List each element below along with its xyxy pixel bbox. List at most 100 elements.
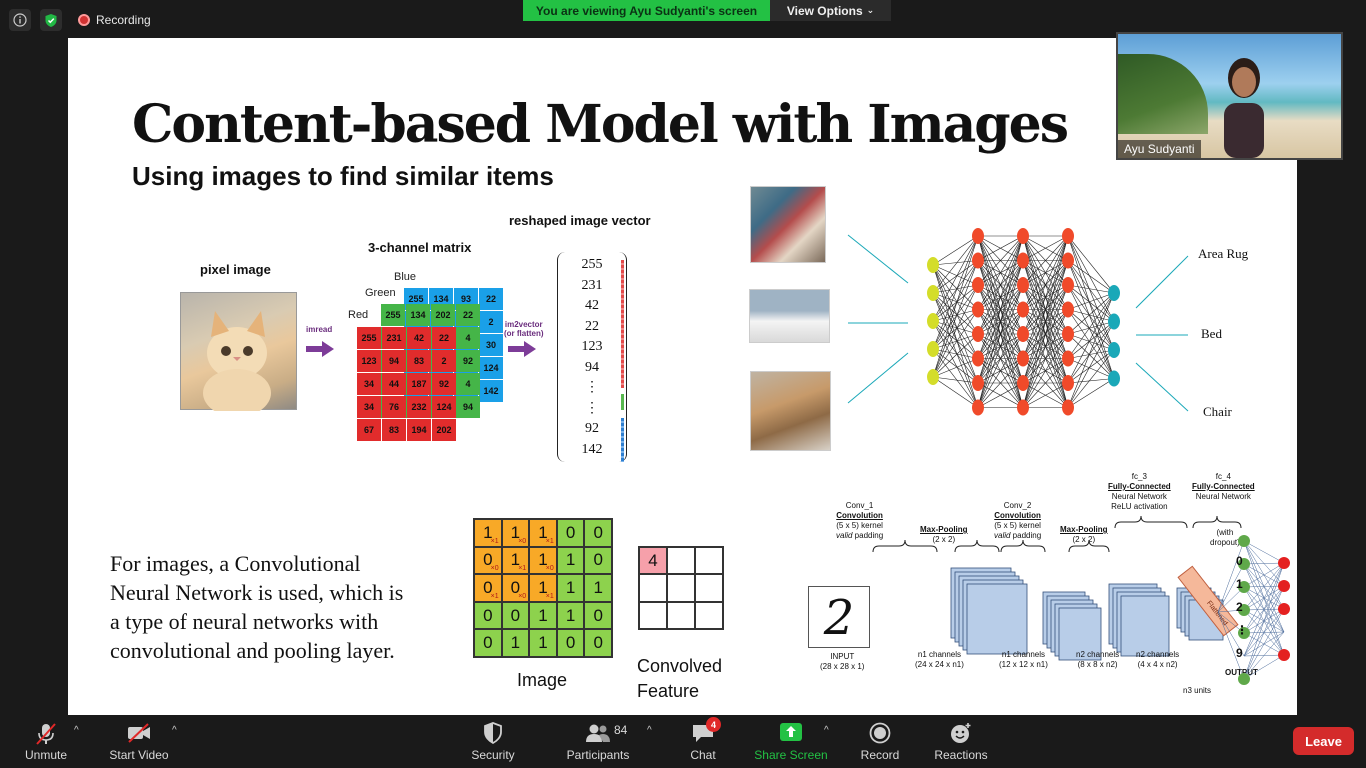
convolved-caption-line2: Feature xyxy=(637,681,700,701)
conv-input-value: 0 xyxy=(593,522,603,542)
nn-node xyxy=(927,341,939,357)
matrix-cell: 22 xyxy=(479,288,503,310)
n2-label: n2 channels xyxy=(1076,650,1120,659)
conv-input-value: 1 xyxy=(565,577,576,597)
nn-connection xyxy=(1067,349,1115,408)
output-digit: ⋮ xyxy=(1236,623,1248,637)
reactions-button[interactable]: Reactions xyxy=(930,715,992,768)
kernel-weight: ×1 xyxy=(490,537,499,545)
matrix-cell: 22 xyxy=(456,304,480,326)
conv-output-cell xyxy=(639,601,667,629)
fc-connection xyxy=(1243,562,1285,680)
nn-output-arrow xyxy=(1135,362,1189,412)
fc4-type: Fully-Connected xyxy=(1192,482,1255,491)
nn-node xyxy=(1017,326,1029,342)
fully-connected-layers-diagram xyxy=(1217,535,1290,685)
participants-label: Participants xyxy=(566,748,630,762)
vector-value: 22 xyxy=(585,318,599,334)
fc3-activation: ReLU activation xyxy=(1111,502,1168,511)
matrix-cell: 83 xyxy=(382,419,406,441)
conv1-kernel: (5 x 5) kernel xyxy=(836,521,883,530)
conv1-padding-italic: valid xyxy=(836,531,853,540)
fc4-name: fc_4 xyxy=(1215,472,1231,481)
conv-input-value: 1 xyxy=(538,605,548,625)
conv-output-cell xyxy=(667,601,695,629)
conv-output-cell xyxy=(639,574,667,602)
camera-off-icon xyxy=(128,723,150,743)
share-screen-button[interactable]: Share Screen xyxy=(752,715,830,768)
bed-photo xyxy=(749,289,830,343)
fc4-net: Neural Network xyxy=(1195,492,1251,501)
arrow-right-icon xyxy=(508,341,536,357)
nn-node xyxy=(1062,228,1074,244)
chevron-up-icon[interactable]: ^ xyxy=(74,725,79,736)
blue-channel-label: Blue xyxy=(394,271,417,283)
nn-node xyxy=(927,369,939,385)
matrix-cell: 255 xyxy=(357,327,381,349)
matrix-cell: 2 xyxy=(479,311,503,333)
n1b-dims: (12 x 12 x n1) xyxy=(999,660,1048,669)
conv-input-cell: 0 xyxy=(584,601,612,630)
conv-input-value: 1 xyxy=(510,633,521,653)
fc3-net: Neural Network xyxy=(1111,492,1167,501)
conv-output-cell: 4 xyxy=(639,547,667,575)
security-button[interactable]: Security xyxy=(462,715,524,768)
recording-indicator[interactable]: Recording xyxy=(72,9,159,31)
unmute-button[interactable]: Unmute xyxy=(14,715,78,768)
chevron-up-icon[interactable]: ^ xyxy=(647,725,652,736)
nn-node xyxy=(1017,350,1029,367)
arrow-right-icon xyxy=(306,341,334,357)
nn-connection xyxy=(1067,235,1115,294)
matrix-cell: 123 xyxy=(357,350,381,372)
nn-node xyxy=(1017,252,1029,269)
conv1-type: Convolution xyxy=(836,511,883,520)
matrix-cell: 30 xyxy=(479,334,503,356)
matrix-cell: 94 xyxy=(382,350,406,372)
red-channel-matrix: 255 231 42 22 123 94 83 2 34 44 187 92 34 76 232 124 67 8… xyxy=(357,327,456,441)
speaker-video-thumbnail[interactable]: Ayu Sudyanti xyxy=(1116,32,1343,160)
start-video-label: Start Video xyxy=(109,748,169,762)
reactions-label: Reactions xyxy=(934,748,988,762)
input-digit-image: 2 xyxy=(808,586,870,648)
start-video-button[interactable]: Start Video xyxy=(104,715,174,768)
matrix-cell: 255 xyxy=(381,304,405,326)
encryption-shield-icon[interactable] xyxy=(40,9,62,31)
blue-vector-bar xyxy=(621,418,624,462)
n2-dims: (8 x 8 x n2) xyxy=(1077,660,1118,669)
conv-input-cell: 1 xyxy=(529,629,557,657)
nn-connection xyxy=(1067,260,1115,322)
matrix-cell: 44 xyxy=(382,373,406,395)
pool2-name: Max-Pooling xyxy=(1060,525,1108,534)
conv-input-cell: 1 ×0 xyxy=(529,546,557,575)
chair-photo xyxy=(750,371,831,451)
leave-meeting-button[interactable]: Leave xyxy=(1293,727,1354,755)
nn-node xyxy=(1062,301,1074,318)
share-screen-icon xyxy=(780,723,802,741)
n1-dims: (24 x 24 x n1) xyxy=(915,660,964,669)
matrix-cell: 134 xyxy=(406,304,430,326)
green-vector-bar xyxy=(621,394,624,410)
nn-node xyxy=(972,375,984,391)
conv-input-cell: 0 xyxy=(584,629,612,657)
chevron-up-icon[interactable]: ^ xyxy=(172,725,177,736)
conv-input-value: 0 xyxy=(565,522,576,542)
participant-count: 84 xyxy=(614,723,628,737)
conv-input-cell: 0 ×0 xyxy=(501,574,530,602)
chevron-up-icon[interactable]: ^ xyxy=(824,725,829,736)
input-dims: (28 x 28 x 1) xyxy=(820,662,865,671)
nn-node xyxy=(1017,399,1029,416)
conv-input-value: 0 xyxy=(593,633,603,653)
pool1-label-group: Max-Pooling (2 x 2) xyxy=(920,525,968,545)
record-button[interactable]: Record xyxy=(856,715,904,768)
chat-label: Chat xyxy=(690,748,716,762)
n1-label-group: n1 channels (24 x 24 x n1) xyxy=(915,650,964,670)
nn-connection xyxy=(932,320,979,408)
conv-input-cell: 0 ×0 xyxy=(474,546,502,575)
view-options-button[interactable]: View Options ⌄ xyxy=(770,0,891,21)
matrix-cell: 2 xyxy=(432,350,456,372)
pool2-label-group: Max-Pooling (2 x 2) xyxy=(1060,525,1108,545)
conv-input-cell: 0 xyxy=(556,519,585,547)
kernel-weight: ×0 xyxy=(518,592,527,600)
meeting-info-icon[interactable] xyxy=(9,9,31,31)
nn-output-bed: Bed xyxy=(1201,326,1222,341)
